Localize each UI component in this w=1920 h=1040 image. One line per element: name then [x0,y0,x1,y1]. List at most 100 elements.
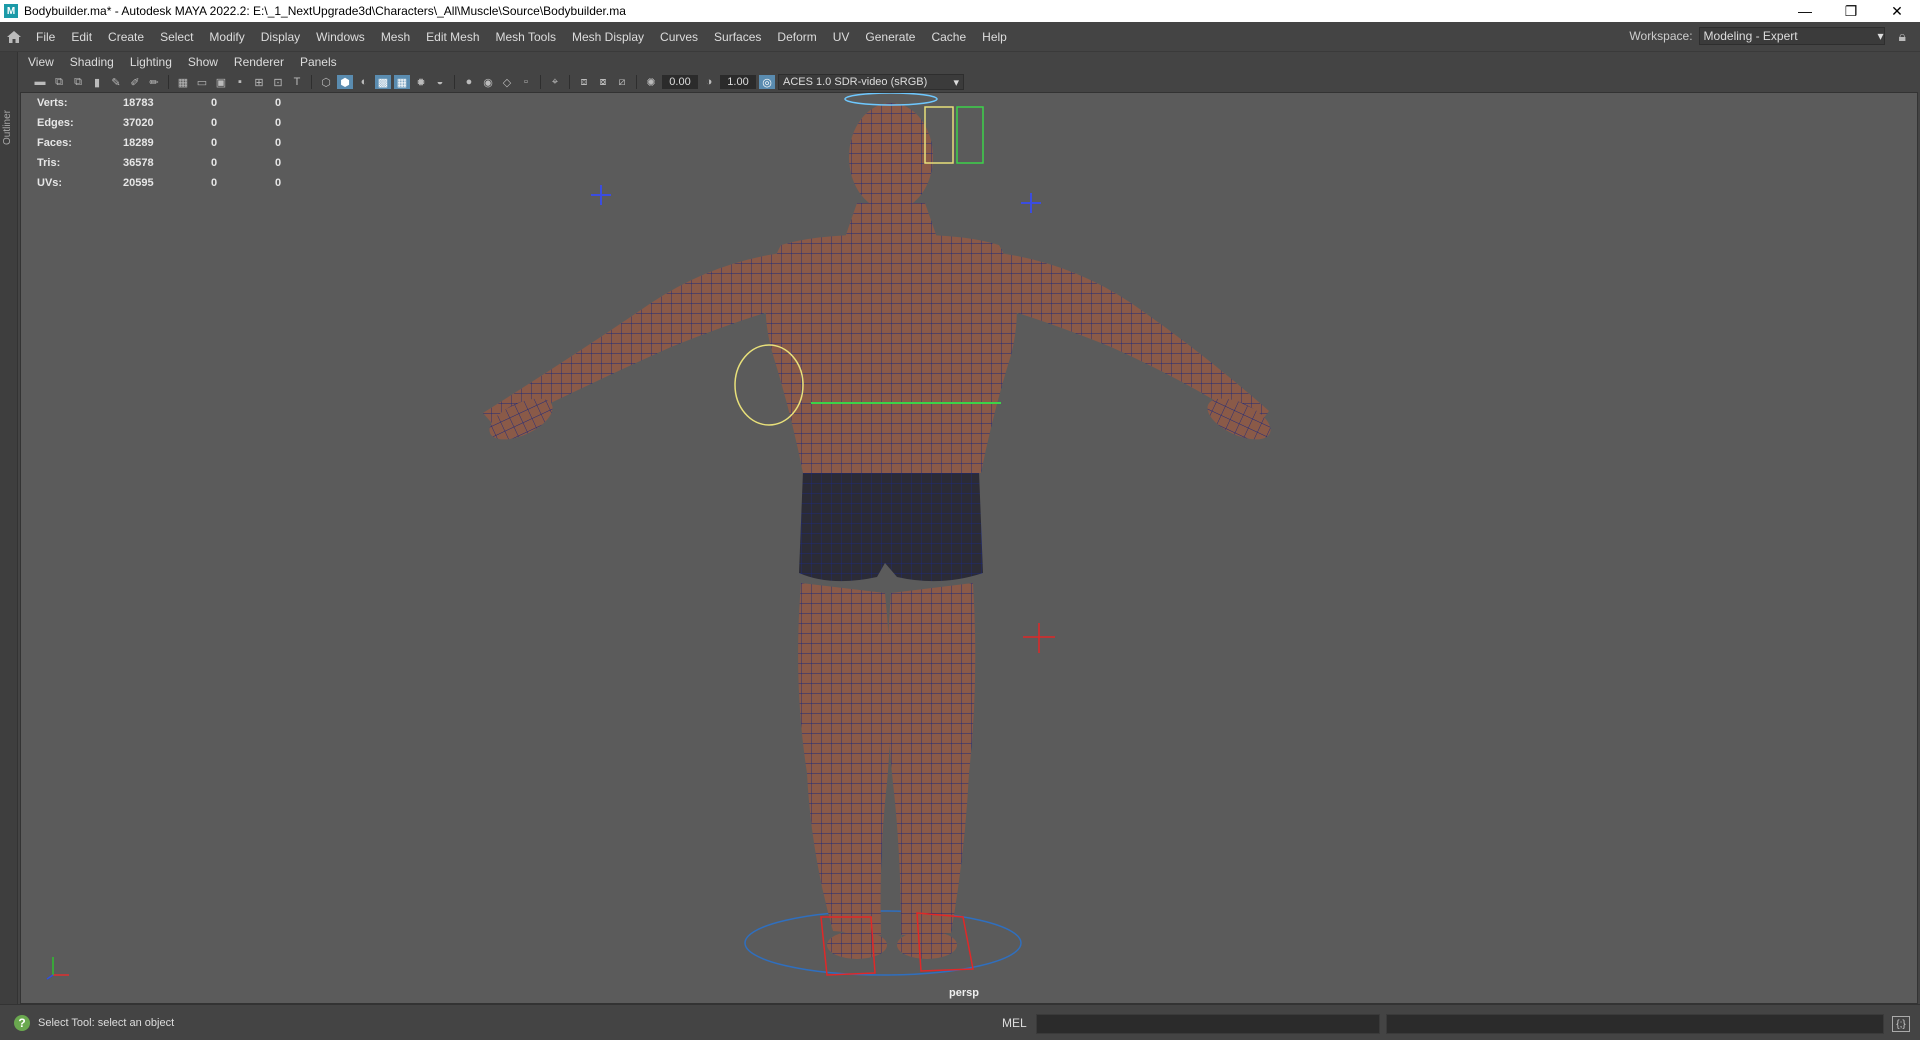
outliner-strip[interactable]: Outliner [0,52,18,1004]
help-icon: ? [14,1014,30,1031]
wireframe-icon[interactable]: ⬡ [318,75,334,89]
multisample-aa-icon[interactable]: ◇ [499,75,515,89]
torso [765,234,1017,473]
xray-icon[interactable]: ⧈ [576,75,592,89]
left-leg [798,583,891,935]
color-space-dropdown[interactable]: ACES 1.0 SDR-video (sRGB) ▾ [778,74,964,90]
workspace-selector: Workspace: Modeling - Expert ▾ 🔒︎ [1629,27,1906,45]
safe-action-icon[interactable]: ⊡ [270,75,286,89]
panel-menu-renderer[interactable]: Renderer [226,55,292,69]
maya-app-icon: M [4,4,18,18]
menu-deform[interactable]: Deform [769,30,824,44]
film-gate-icon[interactable]: ▭ [194,75,210,89]
image-plane-icon[interactable]: ▮ [89,75,105,89]
mel-language-toggle[interactable]: MEL [1002,1016,1027,1030]
window-title: Bodybuilder.ma* - Autodesk MAYA 2022.2: … [24,4,626,18]
isolate-select-icon[interactable]: ⌖ [547,75,563,89]
chevron-down-icon: ▾ [953,76,959,89]
xray-active-icon[interactable]: ⧇ [595,75,611,89]
shorts [799,471,983,582]
perspective-viewport[interactable]: Verts: 18783 0 0 Edges: 37020 0 0 Faces:… [20,92,1918,1004]
wireframe-on-shaded-icon[interactable]: ▩ [375,75,391,89]
default-material-icon[interactable]: ◐ [356,75,372,89]
color-management-icon[interactable]: ◎ [759,75,775,89]
close-button[interactable]: ✕ [1874,0,1920,22]
use-all-lights-icon[interactable]: ✹ [413,75,429,89]
menu-edit-mesh[interactable]: Edit Mesh [418,30,487,44]
menu-file[interactable]: File [28,30,63,44]
help-line: ? Select Tool: select an object MEL {;} [0,1004,1920,1040]
xray-joints-icon[interactable]: ⧄ [614,75,630,89]
command-line-input[interactable] [1036,1014,1380,1034]
exposure-icon[interactable]: ✺ [643,75,659,89]
menu-help[interactable]: Help [974,30,1015,44]
panel-menu-lighting[interactable]: Lighting [122,55,180,69]
2d-pan-zoom-icon[interactable]: ✎ [108,75,124,89]
right-hand-control [1021,193,1041,213]
command-result-field [1386,1014,1884,1034]
workspace-value: Modeling - Expert [1703,29,1798,43]
workspace-label: Workspace: [1629,29,1693,43]
exposure-field[interactable]: 0.00 [662,75,698,89]
title-bar: M Bodybuilder.ma* - Autodesk MAYA 2022.2… [0,0,1920,22]
bodybuilder-character-model[interactable] [21,93,1918,1004]
menu-windows[interactable]: Windows [308,30,373,44]
panel-toolbar: ▬ ⧉ ⧉ ▮ ✎ ✐ ✏ ▦ ▭ ▣ ▪ ⊞ ⊡ T ⬡ ⬢ ◐ ▩ ▦ ✹ … [20,72,1920,92]
minimize-button[interactable]: — [1782,0,1828,22]
menu-mesh[interactable]: Mesh [373,30,418,44]
color-space-value: ACES 1.0 SDR-video (sRGB) [783,76,928,88]
depth-of-field-icon[interactable]: ▫ [518,75,534,89]
help-text: Select Tool: select an object [38,1016,175,1029]
screen-space-ao-icon[interactable]: ● [461,75,477,89]
gate-mask-icon[interactable]: ▪ [232,75,248,89]
camera-icon[interactable]: ▬ [32,75,48,89]
menu-uv[interactable]: UV [825,30,858,44]
right-foot [897,931,957,959]
menu-mesh-tools[interactable]: Mesh Tools [488,30,564,44]
menu-mesh-display[interactable]: Mesh Display [564,30,652,44]
menu-select[interactable]: Select [152,30,201,44]
grid-icon[interactable]: ▦ [175,75,191,89]
textured-icon[interactable]: ▦ [394,75,410,89]
panel-menu-panels[interactable]: Panels [292,55,345,69]
menu-edit[interactable]: Edit [63,30,100,44]
menu-display[interactable]: Display [253,30,308,44]
chevron-down-icon: ▾ [1877,29,1884,43]
panel-menu-show[interactable]: Show [180,55,226,69]
camera-name-label: persp [949,987,979,999]
shadows-icon[interactable]: ◒ [432,75,448,89]
safe-title-icon[interactable]: T [289,75,305,89]
left-hand-control [591,185,611,205]
panel-menu-view[interactable]: View [20,55,62,69]
left-foot [827,931,887,959]
home-icon[interactable] [0,30,28,44]
menu-modify[interactable]: Modify [201,30,252,44]
gamma-field[interactable]: 1.00 [720,75,756,89]
outliner-label: Outliner [2,110,13,146]
menu-generate[interactable]: Generate [857,30,923,44]
camera-attributes-icon[interactable]: ⧉ [51,75,67,89]
bookmark-icon[interactable]: ⧉ [70,75,86,89]
gamma-icon[interactable]: ◑ [701,75,717,89]
menu-create[interactable]: Create [100,30,152,44]
pencil-icon[interactable]: ✏ [146,75,162,89]
panel-menu-shading[interactable]: Shading [62,55,122,69]
view-axis-icon [46,957,69,980]
restore-button[interactable]: ❐ [1828,0,1874,22]
right-leg [887,583,976,935]
field-chart-icon[interactable]: ⊞ [251,75,267,89]
menu-curves[interactable]: Curves [652,30,706,44]
panel-menu-bar: View Shading Lighting Show Renderer Pane… [20,52,1920,72]
motion-blur-icon[interactable]: ◉ [480,75,496,89]
menu-cache[interactable]: Cache [923,30,974,44]
knee-pole-target [1023,623,1055,653]
resolution-gate-icon[interactable]: ▣ [213,75,229,89]
workspace-dropdown[interactable]: Modeling - Expert ▾ [1698,27,1885,45]
face-control-panel-2 [956,106,984,164]
head [849,103,933,211]
grease-pencil-icon[interactable]: ✐ [127,75,143,89]
smooth-shade-icon[interactable]: ⬢ [337,75,353,89]
script-editor-icon[interactable]: {;} [1892,1016,1910,1032]
lock-icon[interactable]: 🔒︎ [1899,28,1906,45]
menu-surfaces[interactable]: Surfaces [706,30,769,44]
